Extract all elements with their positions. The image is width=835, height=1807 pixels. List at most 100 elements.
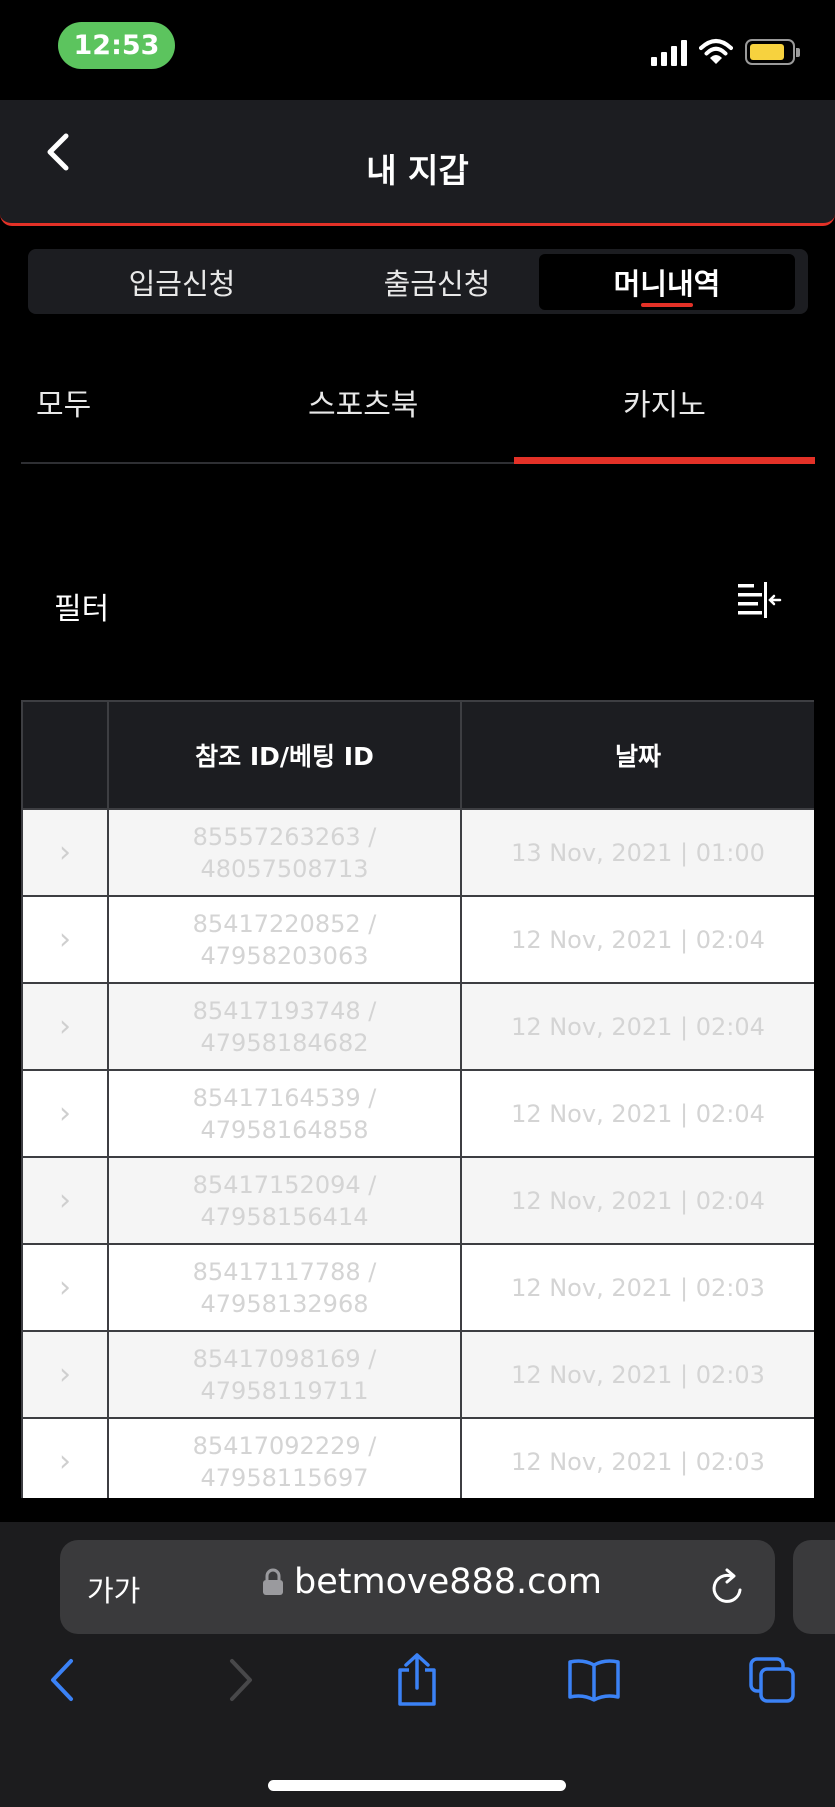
table-row[interactable]: › 85417092229 / 47958115697 12 Nov, 2021 … xyxy=(21,1417,814,1498)
bet-id: 47958119711 xyxy=(200,1376,369,1405)
ref-id: 85417098169 / xyxy=(192,1344,377,1373)
category-tabs: 모두 스포츠북 카지노 xyxy=(21,350,815,464)
ref-id: 85417220852 / xyxy=(192,909,377,938)
ref-id: 85417092229 / xyxy=(192,1431,377,1460)
segment-label: 출금신청 xyxy=(383,267,491,301)
row-expand-button[interactable]: › xyxy=(21,1330,109,1419)
page-title: 내 지갑 xyxy=(366,151,469,190)
tab-sportsbook[interactable]: 스포츠북 xyxy=(308,380,418,424)
browser-back-button[interactable] xyxy=(34,1652,90,1708)
row-date: 12 Nov, 2021 | 02:04 xyxy=(460,895,814,984)
segment-label: 머니내역 xyxy=(613,267,721,301)
chevron-right-icon: › xyxy=(59,1182,71,1218)
app-header: 내 지갑 xyxy=(0,100,835,226)
table-row[interactable]: › 85417152094 / 47958156414 12 Nov, 2021 … xyxy=(21,1156,814,1245)
row-ref-cell: 85417164539 / 47958164858 xyxy=(107,1069,462,1158)
table-row[interactable]: › 85417193748 / 47958184682 12 Nov, 2021 … xyxy=(21,982,814,1071)
row-date: 12 Nov, 2021 | 02:04 xyxy=(460,982,814,1071)
segment-active-indicator xyxy=(641,303,693,307)
segment-label: 입금신청 xyxy=(128,267,236,301)
row-expand-button[interactable]: › xyxy=(21,895,109,984)
row-expand-button[interactable]: › xyxy=(21,1069,109,1158)
address-bar[interactable]: 가가 betmove888.com xyxy=(60,1540,775,1634)
row-ref-cell: 85417152094 / 47958156414 xyxy=(107,1156,462,1245)
bet-id: 47958164858 xyxy=(200,1115,369,1144)
browser-forward-button[interactable] xyxy=(213,1652,269,1708)
tabs-button[interactable] xyxy=(744,1652,800,1708)
status-icons xyxy=(651,34,800,70)
bet-id: 47958156414 xyxy=(200,1202,369,1231)
battery-icon xyxy=(745,39,800,65)
table-header-expand xyxy=(21,700,109,810)
filter-label: 필터 xyxy=(54,592,110,627)
reload-icon[interactable] xyxy=(707,1566,747,1608)
wifi-icon xyxy=(699,39,733,64)
chevron-right-icon xyxy=(230,1659,252,1701)
cellular-signal-icon xyxy=(651,38,687,66)
chevron-right-icon: › xyxy=(59,1269,71,1305)
share-icon xyxy=(398,1653,436,1706)
row-expand-button[interactable]: › xyxy=(21,1243,109,1332)
row-expand-button[interactable]: › xyxy=(21,982,109,1071)
share-button[interactable] xyxy=(389,1652,445,1708)
ref-id: 85417193748 / xyxy=(192,996,377,1025)
row-date: 12 Nov, 2021 | 02:04 xyxy=(460,1156,814,1245)
bookmarks-button[interactable] xyxy=(566,1652,622,1708)
next-tab-preview[interactable] xyxy=(793,1540,835,1634)
table-header-date: 날짜 xyxy=(460,700,814,810)
wallet-segments: 입금신청 출금신청 머니내역 xyxy=(28,249,808,314)
chevron-right-icon: › xyxy=(59,1008,71,1044)
segment-withdraw-request[interactable]: 출금신청 xyxy=(309,254,565,310)
chevron-right-icon: › xyxy=(59,834,71,870)
browser-toolbar: 가가 betmove888.com xyxy=(0,1522,835,1807)
table-row[interactable]: › 85417164539 / 47958164858 12 Nov, 2021 … xyxy=(21,1069,814,1158)
row-expand-button[interactable]: › xyxy=(21,1156,109,1245)
home-indicator xyxy=(268,1780,566,1791)
chevron-right-icon: › xyxy=(59,1095,71,1131)
bet-id: 48057508713 xyxy=(200,854,369,883)
ref-id: 85417117788 / xyxy=(192,1257,377,1286)
tab-casino[interactable]: 카지노 xyxy=(623,380,706,424)
ref-id: 85557263263 / xyxy=(192,822,377,851)
chevron-right-icon: › xyxy=(59,921,71,957)
history-table: 참조 ID/베팅 ID 날짜 › 85557263263 / 4805750871… xyxy=(21,700,814,1498)
row-ref-cell: 85417098169 / 47958119711 xyxy=(107,1330,462,1419)
row-date: 12 Nov, 2021 | 02:03 xyxy=(460,1243,814,1332)
tabs-icon xyxy=(749,1657,795,1703)
ref-id: 85417164539 / xyxy=(192,1083,377,1112)
table-row[interactable]: › 85417117788 / 47958132968 12 Nov, 2021 … xyxy=(21,1243,814,1332)
table-row[interactable]: › 85417098169 / 47958119711 12 Nov, 2021 … xyxy=(21,1330,814,1419)
row-date: 12 Nov, 2021 | 02:03 xyxy=(460,1417,814,1498)
bet-id: 47958132968 xyxy=(200,1289,369,1318)
url-text: betmove888.com xyxy=(294,1562,602,1602)
row-date: 12 Nov, 2021 | 02:03 xyxy=(460,1330,814,1419)
filter-collapse-icon[interactable] xyxy=(736,580,782,622)
text-size-button[interactable]: 가가 xyxy=(87,1568,140,1610)
ref-id: 85417152094 / xyxy=(192,1170,377,1199)
chevron-left-icon xyxy=(51,1659,73,1701)
row-ref-cell: 85417220852 / 47958203063 xyxy=(107,895,462,984)
row-expand-button[interactable]: › xyxy=(21,1417,109,1498)
table-header-ref-id: 참조 ID/베팅 ID xyxy=(107,700,462,810)
row-ref-cell: 85557263263 / 48057508713 xyxy=(107,808,462,897)
row-ref-cell: 85417193748 / 47958184682 xyxy=(107,982,462,1071)
segment-money-history[interactable]: 머니내역 xyxy=(539,254,795,310)
table-row[interactable]: › 85557263263 / 48057508713 13 Nov, 2021 … xyxy=(21,808,814,897)
tab-active-indicator xyxy=(514,457,815,464)
url-display[interactable]: betmove888.com xyxy=(262,1562,602,1602)
table-header-row: 참조 ID/베팅 ID 날짜 xyxy=(21,700,814,810)
status-bar: 12:53 xyxy=(0,0,835,100)
table-row[interactable]: › 85417220852 / 47958203063 12 Nov, 2021 … xyxy=(21,895,814,984)
row-expand-button[interactable]: › xyxy=(21,808,109,897)
row-ref-cell: 85417092229 / 47958115697 xyxy=(107,1417,462,1498)
status-time: 12:53 xyxy=(58,22,175,69)
tab-all[interactable]: 모두 xyxy=(36,380,91,424)
book-icon xyxy=(568,1659,620,1702)
segment-deposit-request[interactable]: 입금신청 xyxy=(54,254,310,310)
row-ref-cell: 85417117788 / 47958132968 xyxy=(107,1243,462,1332)
bet-id: 47958115697 xyxy=(200,1463,369,1492)
bet-id: 47958184682 xyxy=(200,1028,369,1057)
chevron-right-icon: › xyxy=(59,1356,71,1392)
bet-id: 47958203063 xyxy=(200,941,369,970)
row-date: 12 Nov, 2021 | 02:04 xyxy=(460,1069,814,1158)
